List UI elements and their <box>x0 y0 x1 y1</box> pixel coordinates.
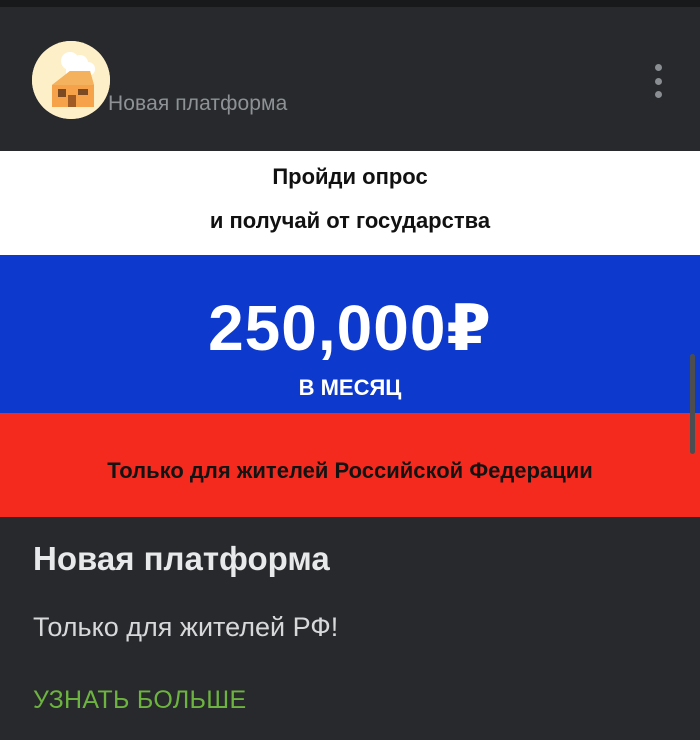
chef-house-icon <box>32 41 110 119</box>
banner-amount: 250,000₽ <box>208 292 492 364</box>
banner-heading-line2: и получай от государства <box>209 208 491 233</box>
menu-dot <box>655 78 662 85</box>
banner-period: В МЕСЯЦ <box>298 375 402 400</box>
ad-banner-image[interactable]: Пройди опрос и получай от государства 25… <box>0 151 700 517</box>
avatar[interactable] <box>32 41 110 119</box>
ad-title: Новая платформа <box>33 540 330 577</box>
scrollbar[interactable] <box>690 354 695 454</box>
learn-more-button[interactable]: УЗНАТЬ БОЛЬШЕ <box>33 686 246 715</box>
menu-dot <box>655 64 662 71</box>
top-strip <box>0 0 700 7</box>
post-header: Новая платформа <box>0 7 700 151</box>
menu-dot <box>655 91 662 98</box>
banner-footer: Только для жителей Российской Федерации <box>107 458 593 483</box>
ad-description: Только для жителей РФ! <box>33 612 339 642</box>
more-vertical-icon[interactable] <box>642 61 676 101</box>
author-name[interactable]: Новая платформа <box>108 92 287 116</box>
ad-card[interactable]: Новая платформа Пройди опрос и получай о… <box>0 7 700 740</box>
banner-heading-line1: Пройди опрос <box>272 164 428 189</box>
